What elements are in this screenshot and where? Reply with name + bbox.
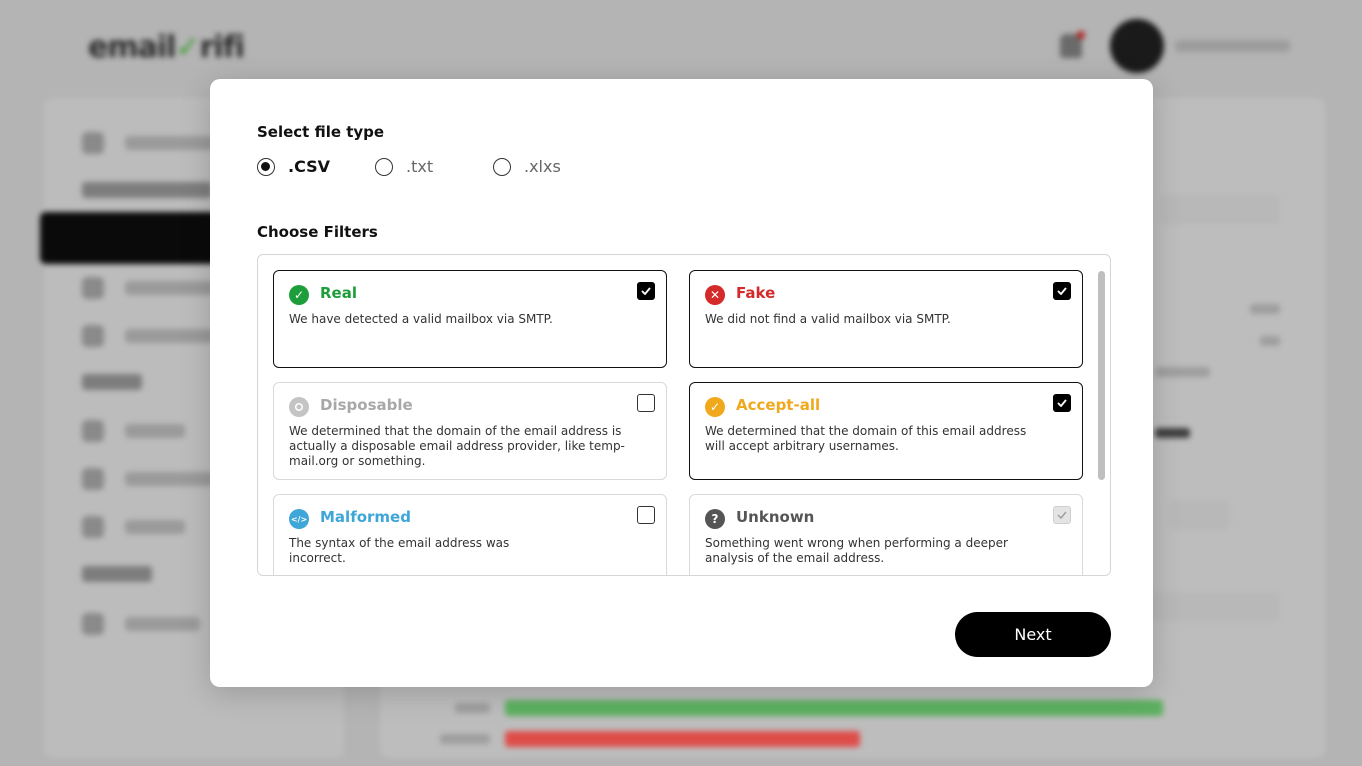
sidebar-item — [125, 281, 215, 295]
sidebar-item — [125, 424, 185, 438]
bg-line — [455, 703, 490, 713]
filter-description: We have detected a valid mailbox via SMT… — [289, 312, 553, 326]
radio-csv[interactable]: .CSV — [257, 157, 375, 176]
bg-line — [1250, 304, 1280, 314]
filter-description: We did not find a valid mailbox via SMTP… — [705, 312, 951, 326]
sidebar-icon — [82, 277, 104, 299]
filter-description: We determined that the domain of the ema… — [289, 424, 625, 468]
radio-indicator[interactable] — [493, 157, 511, 176]
filter-checkbox[interactable] — [1053, 282, 1071, 300]
bg-line — [1155, 428, 1190, 438]
filter-title: Fake — [736, 284, 776, 302]
sidebar-icon — [82, 613, 104, 635]
avatar — [1110, 19, 1164, 73]
filter-title: Unknown — [736, 508, 815, 526]
checkmark-icon — [641, 287, 651, 295]
filter-card-fake[interactable]: ✕ Fake We did not find a valid mailbox v… — [689, 270, 1083, 368]
sidebar-item — [125, 472, 215, 486]
bg-card — [1150, 592, 1280, 622]
filter-description: We determined that the domain of this em… — [705, 424, 1027, 453]
filter-title: Real — [320, 284, 357, 302]
radio-label: .txt — [406, 157, 434, 176]
filter-description: The syntax of the email address was inco… — [289, 536, 510, 565]
export-modal: Select file type .CSV .txt .xlxs Choose … — [210, 79, 1153, 687]
sidebar-icon — [82, 468, 104, 490]
checkmark-icon — [1057, 399, 1067, 407]
file-type-radio-group: .CSV .txt .xlxs — [257, 157, 583, 176]
checkmark-icon — [1057, 511, 1067, 519]
check-circle-icon: ✓ — [289, 285, 309, 305]
filter-card-malformed[interactable]: </> Malformed The syntax of the email ad… — [273, 494, 667, 575]
next-button[interactable]: Next — [955, 612, 1111, 657]
bg-line — [440, 734, 490, 744]
filter-title: Disposable — [320, 396, 413, 414]
file-type-heading: Select file type — [257, 123, 385, 141]
notification-bell-icon — [1060, 31, 1085, 58]
username-placeholder — [1175, 40, 1290, 52]
filters-list: ✓ Real We have detected a valid mailbox … — [257, 254, 1111, 576]
filter-title: Malformed — [320, 508, 411, 526]
radio-txt[interactable]: .txt — [375, 157, 493, 176]
bg-bar-invalid — [505, 731, 860, 747]
filter-card-disposable[interactable]: Disposable We determined that the domain… — [273, 382, 667, 480]
sidebar-item — [125, 136, 215, 150]
sidebar-item — [125, 617, 200, 631]
sidebar-icon — [82, 132, 104, 154]
sidebar-icon — [82, 325, 104, 347]
filter-card-accept-all[interactable]: ✓ Accept-all We determined that the doma… — [689, 382, 1083, 480]
checkmark-icon — [1057, 287, 1067, 295]
filters-scrollbar[interactable] — [1098, 271, 1105, 480]
radio-label: .CSV — [288, 157, 331, 176]
sidebar-section — [82, 182, 212, 198]
filter-card-unknown[interactable]: ? Unknown Something went wrong when perf… — [689, 494, 1083, 575]
filter-checkbox[interactable] — [637, 506, 655, 524]
sidebar-section — [82, 566, 152, 582]
filter-checkbox[interactable] — [637, 394, 655, 412]
check-circle-icon: ✓ — [705, 397, 725, 417]
radio-indicator[interactable] — [375, 157, 393, 176]
bg-line — [1155, 367, 1210, 377]
sidebar-section — [82, 374, 142, 390]
sidebar-icon — [82, 516, 104, 538]
filter-checkbox[interactable] — [1053, 394, 1071, 412]
disposable-circle-icon — [289, 397, 309, 417]
app-logo: email✓rifi — [88, 30, 245, 65]
filter-title: Accept-all — [736, 396, 821, 414]
ring-icon — [294, 402, 304, 412]
radio-label: .xlxs — [524, 157, 561, 176]
radio-xlxs[interactable]: .xlxs — [493, 157, 583, 176]
filters-heading: Choose Filters — [257, 223, 378, 241]
sidebar-icon — [82, 420, 104, 442]
code-circle-icon: </> — [289, 509, 309, 529]
bg-card — [1160, 195, 1280, 225]
bg-line — [1260, 336, 1280, 346]
question-circle-icon: ? — [705, 509, 725, 529]
sidebar-item — [125, 329, 215, 343]
radio-indicator[interactable] — [257, 157, 275, 176]
filter-card-real[interactable]: ✓ Real We have detected a valid mailbox … — [273, 270, 667, 368]
x-circle-icon: ✕ — [705, 285, 725, 305]
sidebar-item — [125, 520, 185, 534]
filter-checkbox[interactable] — [637, 282, 655, 300]
bg-card — [1170, 500, 1230, 530]
bg-bar-valid — [505, 700, 1163, 716]
filter-checkbox[interactable] — [1053, 506, 1071, 524]
filter-description: Something went wrong when performing a d… — [705, 536, 1008, 565]
